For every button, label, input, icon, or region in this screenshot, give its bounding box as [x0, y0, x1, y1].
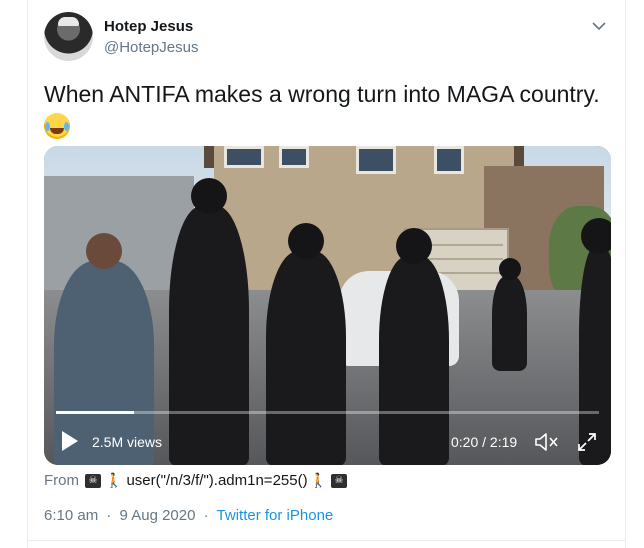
tweet-meta: 6:10 am · 9 Aug 2020 · Twitter for iPhon… [44, 507, 333, 524]
source-app-name[interactable]: user("/n/3/f/").adm1n=255() [126, 472, 307, 489]
video-progress-fill [56, 411, 135, 414]
video-player[interactable]: 2.5M views 0:20 / 2:19 [44, 146, 611, 465]
tears-of-joy-emoji-icon [44, 112, 70, 139]
tweet-client-link[interactable]: Twitter for iPhone [217, 507, 334, 524]
tweet-time[interactable]: 6:10 am [44, 507, 98, 524]
person-walking-icon-2: 🚶 [309, 472, 328, 489]
tweet-header: Hotep Jesus @HotepJesus [44, 12, 613, 64]
tweet-source: From ☠ 🚶 user("/n/3/f/").adm1n=255() 🚶 ☠ [44, 472, 349, 489]
chevron-down-icon[interactable] [589, 16, 609, 36]
fullscreen-icon[interactable] [576, 431, 598, 453]
author-handle[interactable]: @HotepJesus [104, 39, 198, 56]
video-time: 0:20 / 2:19 [451, 434, 518, 450]
tweet-date[interactable]: 9 Aug 2020 [120, 507, 196, 524]
video-scrubber[interactable] [56, 411, 599, 414]
video-controls: 2.5M views 0:20 / 2:19 [44, 422, 611, 462]
meta-separator-2: · [203, 507, 209, 524]
tweet-body: When ANTIFA makes a wrong turn into MAGA… [44, 81, 600, 107]
tweet-card: Hotep Jesus @HotepJesus When ANTIFA make… [27, 0, 626, 548]
play-icon[interactable] [62, 431, 78, 451]
skull-icon-2: ☠ [331, 473, 348, 488]
avatar[interactable] [44, 12, 93, 61]
video-frame [44, 146, 611, 465]
person-walking-icon: 🚶 [105, 472, 123, 489]
tweet-text: When ANTIFA makes a wrong turn into MAGA… [44, 80, 614, 139]
meta-separator: · [106, 507, 112, 524]
source-prefix: From [44, 472, 79, 489]
author-name[interactable]: Hotep Jesus [104, 18, 193, 35]
mute-icon[interactable] [534, 431, 560, 453]
divider [28, 540, 625, 541]
view-count: 2.5M views [92, 434, 163, 450]
skull-icon: ☠ [85, 473, 101, 488]
